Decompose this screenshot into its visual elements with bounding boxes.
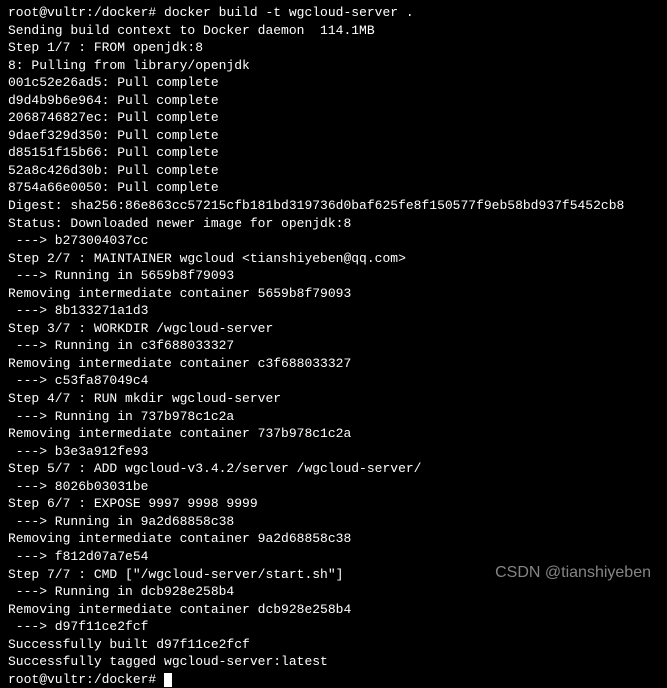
output-line: Step 2/7 : MAINTAINER wgcloud <tianshiye… xyxy=(8,250,659,268)
output-line: ---> c53fa87049c4 xyxy=(8,372,659,390)
cursor xyxy=(164,673,172,687)
output-line: 8754a66e0050: Pull complete xyxy=(8,179,659,197)
output-line: Removing intermediate container 9a2d6885… xyxy=(8,530,659,548)
output-line: 52a8c426d30b: Pull complete xyxy=(8,162,659,180)
output-line: Digest: sha256:86e863cc57215cfb181bd3197… xyxy=(8,197,659,215)
output-line: 8: Pulling from library/openjdk xyxy=(8,57,659,75)
shell-prompt: root@vultr:/docker# xyxy=(8,672,164,687)
output-line: ---> Running in 9a2d68858c38 xyxy=(8,513,659,531)
output-line: Step 4/7 : RUN mkdir wgcloud-server xyxy=(8,390,659,408)
output-line: Removing intermediate container 737b978c… xyxy=(8,425,659,443)
output-line: d85151f15b66: Pull complete xyxy=(8,144,659,162)
output-line: ---> b3e3a912fe93 xyxy=(8,443,659,461)
output-line: ---> Running in 5659b8f79093 xyxy=(8,267,659,285)
terminal-output[interactable]: root@vultr:/docker# docker build -t wgcl… xyxy=(8,4,659,688)
prompt-line[interactable]: root@vultr:/docker# xyxy=(8,671,659,688)
output-line: d9d4b9b6e964: Pull complete xyxy=(8,92,659,110)
output-line: Sending build context to Docker daemon 1… xyxy=(8,22,659,40)
output-line: Step 1/7 : FROM openjdk:8 xyxy=(8,39,659,57)
output-line: ---> d97f11ce2fcf xyxy=(8,618,659,636)
output-line: Removing intermediate container c3f68803… xyxy=(8,355,659,373)
output-line: Step 6/7 : EXPOSE 9997 9998 9999 xyxy=(8,495,659,513)
output-line: Status: Downloaded newer image for openj… xyxy=(8,215,659,233)
output-line: 001c52e26ad5: Pull complete xyxy=(8,74,659,92)
output-line: ---> Running in dcb928e258b4 xyxy=(8,583,659,601)
output-line: ---> Running in c3f688033327 xyxy=(8,337,659,355)
output-line: Successfully tagged wgcloud-server:lates… xyxy=(8,653,659,671)
output-line: ---> 8026b03031be xyxy=(8,478,659,496)
output-line: ---> Running in 737b978c1c2a xyxy=(8,408,659,426)
output-line: ---> 8b133271a1d3 xyxy=(8,302,659,320)
shell-prompt: root@vultr:/docker# xyxy=(8,5,164,20)
output-line: ---> b273004037cc xyxy=(8,232,659,250)
output-line: 9daef329d350: Pull complete xyxy=(8,127,659,145)
output-line: 2068746827ec: Pull complete xyxy=(8,109,659,127)
watermark: CSDN @tianshiyeben xyxy=(495,562,651,584)
output-line: Successfully built d97f11ce2fcf xyxy=(8,636,659,654)
output-line: Step 3/7 : WORKDIR /wgcloud-server xyxy=(8,320,659,338)
output-line: Step 5/7 : ADD wgcloud-v3.4.2/server /wg… xyxy=(8,460,659,478)
output-line: Removing intermediate container 5659b8f7… xyxy=(8,285,659,303)
output-line: Removing intermediate container dcb928e2… xyxy=(8,601,659,619)
command-line: root@vultr:/docker# docker build -t wgcl… xyxy=(8,4,659,22)
command-text: docker build -t wgcloud-server . xyxy=(164,5,414,20)
